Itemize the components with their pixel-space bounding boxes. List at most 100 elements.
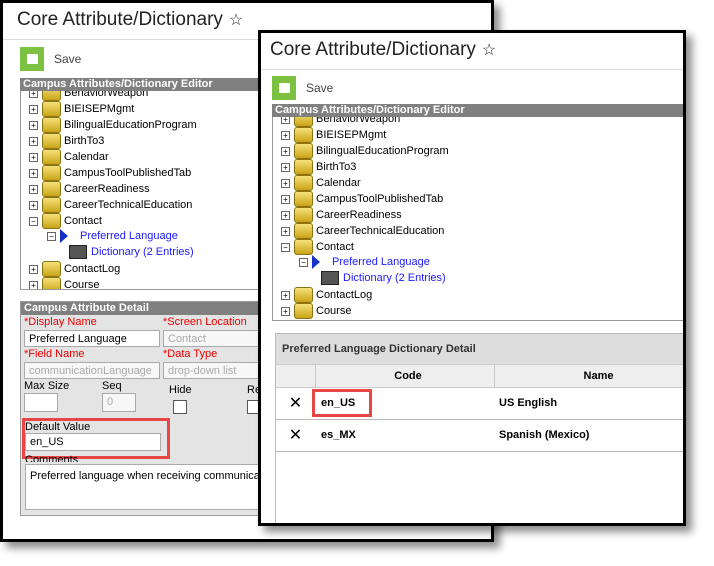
delete-icon[interactable]: ✕: [276, 420, 315, 451]
tree-node-label[interactable]: Preferred Language: [80, 230, 178, 242]
tree-node[interactable]: + Calendar: [281, 175, 361, 191]
tree-node[interactable]: + BirthTo3: [281, 159, 356, 175]
tree-node-label[interactable]: Calendar: [64, 151, 109, 163]
expand-icon[interactable]: +: [29, 152, 38, 162]
page-title-text: Core Attribute/Dictionary: [17, 9, 223, 30]
tree-node[interactable]: + BehaviorWeapon: [29, 91, 148, 101]
tree-node[interactable]: + BilingualEducationProgram: [29, 117, 197, 133]
max-size-input[interactable]: [24, 393, 58, 412]
tree-node-label[interactable]: BilingualEducationProgram: [316, 145, 449, 157]
star-icon[interactable]: ☆: [482, 42, 496, 59]
save-button[interactable]: Save: [20, 47, 81, 71]
expand-icon[interactable]: +: [281, 210, 290, 220]
page-title-text: Core Attribute/Dictionary: [270, 39, 476, 60]
tree-node-label[interactable]: ContactLog: [64, 263, 120, 275]
star-icon[interactable]: ☆: [229, 12, 243, 29]
tree-node[interactable]: + Course: [281, 303, 351, 319]
expand-icon[interactable]: +: [29, 168, 38, 178]
name-cell[interactable]: Spanish (Mexico): [493, 420, 683, 451]
expand-icon[interactable]: +: [29, 280, 38, 289]
tree-node[interactable]: + BilingualEducationProgram: [281, 143, 449, 159]
tree-node-label[interactable]: BirthTo3: [64, 135, 104, 147]
tree-node-label[interactable]: BIEISEPMgmt: [64, 103, 134, 115]
expand-icon[interactable]: +: [281, 117, 290, 124]
tree-node-label[interactable]: BehaviorWeapon: [316, 117, 400, 125]
collapse-icon[interactable]: −: [47, 231, 56, 241]
expand-icon[interactable]: +: [281, 306, 290, 316]
hide-checkbox[interactable]: [173, 400, 187, 414]
tree-node[interactable]: − Contact: [281, 239, 354, 255]
tree-node[interactable]: − Preferred Language: [299, 255, 430, 269]
tree-node[interactable]: + CareerTechnicalEducation: [281, 223, 444, 239]
tree-node-label[interactable]: Contact: [316, 241, 354, 253]
tree-node-label[interactable]: CareerReadiness: [316, 209, 402, 221]
expand-icon[interactable]: +: [29, 200, 38, 210]
tree-node[interactable]: + CampusToolPublishedTab: [29, 165, 191, 181]
tree-node-label[interactable]: Calendar: [316, 177, 361, 189]
tree-node[interactable]: + ContactLog: [281, 287, 372, 303]
expand-icon[interactable]: +: [29, 91, 38, 98]
tree-node[interactable]: − Preferred Language: [47, 229, 178, 243]
expand-icon[interactable]: +: [281, 290, 290, 300]
screen-location-label: *Screen Location: [163, 316, 247, 328]
save-icon: [272, 76, 296, 100]
tree-node[interactable]: − Contact: [29, 213, 102, 229]
tree-node[interactable]: + CareerTechnicalEducation: [29, 197, 192, 213]
tree-node[interactable]: + Course: [29, 277, 99, 289]
name-cell[interactable]: US English: [493, 388, 683, 419]
expand-icon[interactable]: +: [29, 136, 38, 146]
divider: [261, 69, 683, 70]
tree-node-label[interactable]: Preferred Language: [332, 256, 430, 268]
display-name-input[interactable]: Preferred Language: [24, 330, 160, 347]
attribute-tree: + BehaviorWeapon + BIEISEPMgmt + BilingualEdu…: [272, 117, 683, 321]
tree-node-label[interactable]: Contact: [64, 215, 102, 227]
code-cell[interactable]: es_MX: [315, 420, 493, 451]
tree-node-label[interactable]: CareerReadiness: [64, 183, 150, 195]
expand-icon[interactable]: +: [281, 162, 290, 172]
tree-node[interactable]: + ContactLog: [29, 261, 120, 277]
expand-icon[interactable]: +: [29, 264, 38, 274]
tree-node[interactable]: + CareerReadiness: [281, 207, 402, 223]
tree-node[interactable]: + BIEISEPMgmt: [281, 127, 386, 143]
tree-node-label[interactable]: BirthTo3: [316, 161, 356, 173]
tree-node-label[interactable]: ContactLog: [316, 289, 372, 301]
tree-node[interactable]: + CareerReadiness: [29, 181, 150, 197]
tree-node-label[interactable]: CampusToolPublishedTab: [64, 167, 191, 179]
field-name-label: *Field Name: [24, 348, 85, 360]
tree-node[interactable]: + CampusToolPublishedTab: [281, 191, 443, 207]
delete-icon[interactable]: ✕: [276, 388, 315, 419]
name-column-header[interactable]: Name: [495, 365, 683, 387]
tree-node[interactable]: Dictionary (2 Entries): [321, 271, 446, 285]
collapse-icon[interactable]: −: [299, 257, 308, 267]
expand-icon[interactable]: +: [281, 226, 290, 236]
tree-node-label[interactable]: Dictionary (2 Entries): [91, 246, 194, 258]
hide-label: Hide: [169, 384, 192, 396]
expand-icon[interactable]: +: [281, 146, 290, 156]
tree-node[interactable]: + BirthTo3: [29, 133, 104, 149]
tree-node-label[interactable]: BilingualEducationProgram: [64, 119, 197, 131]
collapse-icon[interactable]: −: [29, 216, 38, 226]
collapse-icon[interactable]: −: [281, 242, 290, 252]
tree-node-label[interactable]: Course: [64, 279, 99, 289]
expand-icon[interactable]: +: [29, 184, 38, 194]
save-button[interactable]: Save: [272, 76, 333, 100]
tree-node-label[interactable]: CampusToolPublishedTab: [316, 193, 443, 205]
expand-icon[interactable]: +: [29, 104, 38, 114]
expand-icon[interactable]: +: [281, 194, 290, 204]
database-icon: [42, 101, 61, 117]
expand-icon[interactable]: +: [281, 130, 290, 140]
tree-node-label[interactable]: CareerTechnicalEducation: [64, 199, 192, 211]
code-column-header[interactable]: Code: [316, 365, 495, 387]
tree-node[interactable]: + BIEISEPMgmt: [29, 101, 134, 117]
tree-node[interactable]: Dictionary (2 Entries): [69, 245, 194, 259]
expand-icon[interactable]: +: [29, 120, 38, 130]
tree-node-label[interactable]: Course: [316, 305, 351, 317]
tree-node-label[interactable]: Dictionary (2 Entries): [343, 272, 446, 284]
tree-node[interactable]: + Calendar: [29, 149, 109, 165]
tree-node-label[interactable]: BIEISEPMgmt: [316, 129, 386, 141]
tree-node-label[interactable]: CareerTechnicalEducation: [316, 225, 444, 237]
tree-node-label[interactable]: BehaviorWeapon: [64, 91, 148, 99]
tree-node[interactable]: + BehaviorWeapon: [281, 117, 400, 127]
code-cell[interactable]: en_US: [311, 388, 493, 419]
expand-icon[interactable]: +: [281, 178, 290, 188]
